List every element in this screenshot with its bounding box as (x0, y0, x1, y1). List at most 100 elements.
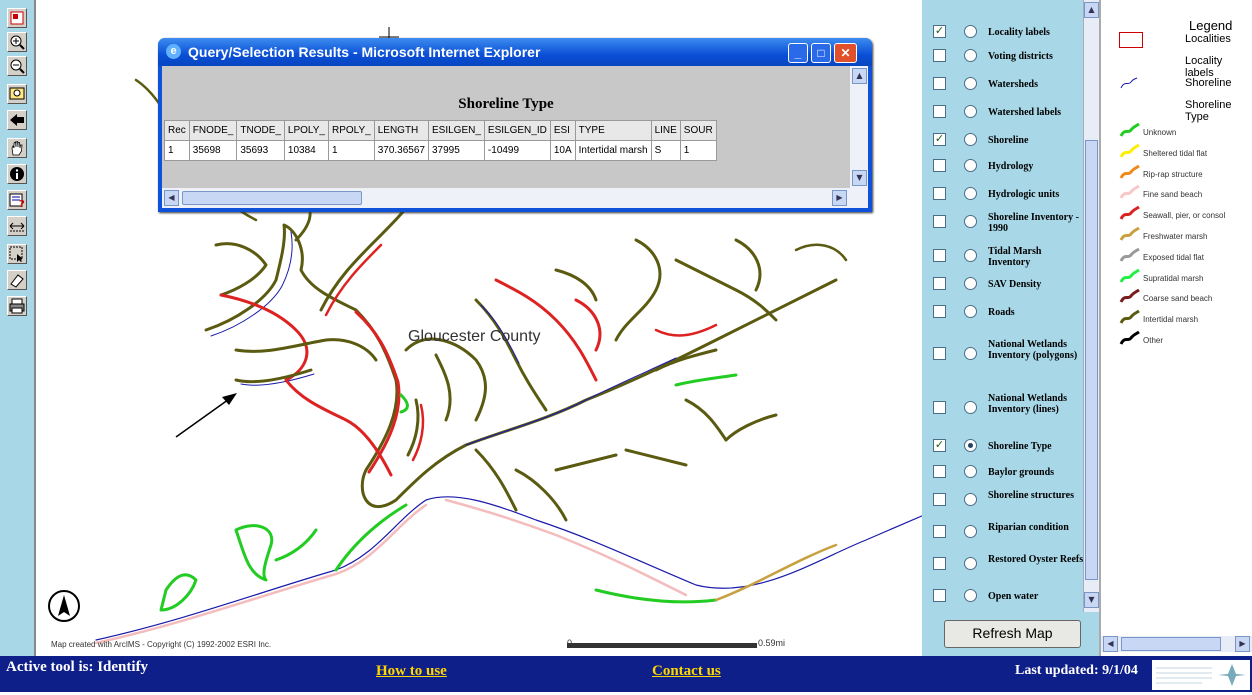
layer-active-radio[interactable] (964, 249, 977, 262)
minimize-icon[interactable]: _ (788, 43, 808, 63)
table-cell: S (650, 140, 681, 161)
full-extent-icon[interactable] (7, 84, 27, 104)
legend-swatch (1119, 143, 1140, 158)
measure-icon[interactable] (7, 216, 27, 236)
popup-vertical-scrollbar[interactable]: ▲ ▼ (850, 66, 868, 188)
layer-active-radio[interactable] (964, 589, 977, 602)
table-cell: 10A (549, 140, 576, 161)
layer-visible-checkbox[interactable]: ✓ (933, 25, 946, 38)
column-header: TYPE (574, 120, 652, 141)
info-icon[interactable] (7, 164, 27, 184)
layer-list-scrollbar[interactable]: ▲ ▼ (1083, 0, 1100, 612)
popup-horizontal-scrollbar[interactable]: ◀ ▶ (162, 188, 868, 208)
legend-swatch (1119, 247, 1140, 262)
zoom-out-icon[interactable] (7, 56, 27, 76)
scroll-left-icon[interactable]: ◀ (164, 190, 179, 206)
table-cell: 37995 (428, 140, 485, 161)
layer-visible-checkbox[interactable] (933, 401, 946, 414)
legend-localities: Localities (1185, 33, 1231, 45)
layer-active-radio[interactable] (964, 347, 977, 360)
legend-swatch (1119, 289, 1140, 304)
layer-active-radio[interactable] (964, 465, 977, 478)
results-heading: Shoreline Type (458, 96, 554, 112)
legend-swatch (1119, 226, 1140, 241)
refresh-map-button[interactable]: Refresh Map (944, 620, 1081, 648)
layer-active-radio[interactable] (964, 187, 977, 200)
layer-visible-checkbox[interactable] (933, 465, 946, 478)
layer-active-radio[interactable] (964, 77, 977, 90)
popup-titlebar[interactable]: e Query/Selection Results - Microsoft In… (158, 38, 872, 66)
legend-type-label: Fine sand beach (1143, 190, 1203, 200)
legend-type-label: Seawall, pier, or consol (1143, 211, 1226, 221)
zoom-in-icon[interactable] (7, 32, 27, 52)
legend-swatch (1119, 185, 1140, 200)
column-header: LENGTH (373, 120, 430, 141)
layer-active-radio[interactable] (964, 305, 977, 318)
layer-active-radio[interactable] (964, 25, 977, 38)
organization-logo (1152, 660, 1250, 690)
legend-scroll-thumb[interactable] (1121, 637, 1221, 651)
eraser-icon[interactable] (7, 270, 27, 290)
layer-visible-checkbox[interactable] (933, 277, 946, 290)
table-cell: -10499 (483, 140, 551, 161)
back-arrow-icon[interactable] (7, 110, 27, 130)
table-cell: 10384 (283, 140, 329, 161)
legend-swatch (1119, 164, 1140, 179)
layer-visible-checkbox[interactable] (933, 187, 946, 200)
layer-active-radio[interactable] (964, 439, 977, 452)
layer-visible-checkbox[interactable]: ✓ (933, 439, 946, 452)
scroll-right-icon[interactable]: ▶ (1235, 636, 1250, 652)
scroll-left-icon[interactable]: ◀ (1103, 636, 1118, 652)
horizontal-scroll-thumb[interactable] (182, 191, 362, 205)
legend-title: Legend (1189, 18, 1233, 33)
layer-visible-checkbox[interactable] (933, 249, 946, 262)
overview-icon[interactable] (7, 8, 27, 28)
layer-visible-checkbox[interactable] (933, 589, 946, 602)
legend-type-label: Unknown (1143, 128, 1177, 137)
table-cell: 35693 (236, 140, 285, 161)
scroll-up-icon[interactable]: ▲ (1084, 2, 1099, 18)
layer-visible-checkbox[interactable] (933, 159, 946, 172)
layer-active-radio[interactable] (964, 277, 977, 290)
column-header: ESILGEN_ID (483, 120, 551, 141)
layer-visible-checkbox[interactable] (933, 77, 946, 90)
scroll-down-icon[interactable]: ▼ (852, 170, 867, 186)
layer-active-radio[interactable] (964, 133, 977, 146)
query-results-window[interactable]: e Query/Selection Results - Microsoft In… (158, 38, 872, 212)
layer-visible-checkbox[interactable] (933, 215, 946, 228)
legend-swatch (1119, 330, 1140, 345)
layer-visible-checkbox[interactable] (933, 525, 946, 538)
layer-scroll-thumb[interactable] (1085, 140, 1098, 580)
layer-active-radio[interactable] (964, 557, 977, 570)
layer-active-radio[interactable] (964, 159, 977, 172)
legend-horizontal-scrollbar[interactable]: ◀ ▶ (1101, 636, 1252, 652)
close-icon[interactable]: ✕ (834, 43, 857, 63)
layer-visible-checkbox[interactable] (933, 305, 946, 318)
layer-visible-checkbox[interactable] (933, 105, 946, 118)
layer-visible-checkbox[interactable] (933, 493, 946, 506)
layer-active-radio[interactable] (964, 525, 977, 538)
layer-label: Hydrologic units (988, 189, 1060, 200)
layer-visible-checkbox[interactable] (933, 49, 946, 62)
layer-active-radio[interactable] (964, 49, 977, 62)
how-to-use-link[interactable]: How to use (376, 663, 447, 680)
column-header: FNODE_ (188, 120, 238, 141)
select-rect-icon[interactable] (7, 244, 27, 264)
column-header: SOUR (679, 120, 717, 141)
layer-active-radio[interactable] (964, 401, 977, 414)
query-icon[interactable]: ? (7, 190, 27, 210)
printer-icon[interactable] (7, 296, 27, 316)
layer-active-radio[interactable] (964, 493, 977, 506)
layer-visible-checkbox[interactable] (933, 557, 946, 570)
contact-us-link[interactable]: Contact us (652, 663, 721, 680)
maximize-icon[interactable]: □ (811, 43, 831, 63)
layer-visible-checkbox[interactable]: ✓ (933, 133, 946, 146)
scroll-up-icon[interactable]: ▲ (852, 68, 867, 84)
hand-icon[interactable] (7, 138, 27, 158)
layer-active-radio[interactable] (964, 105, 977, 118)
scroll-right-icon[interactable]: ▶ (832, 190, 847, 206)
scroll-down-icon[interactable]: ▼ (1084, 592, 1099, 608)
layer-visible-checkbox[interactable] (933, 347, 946, 360)
layer-active-radio[interactable] (964, 215, 977, 228)
legend-swatch (1119, 205, 1140, 220)
